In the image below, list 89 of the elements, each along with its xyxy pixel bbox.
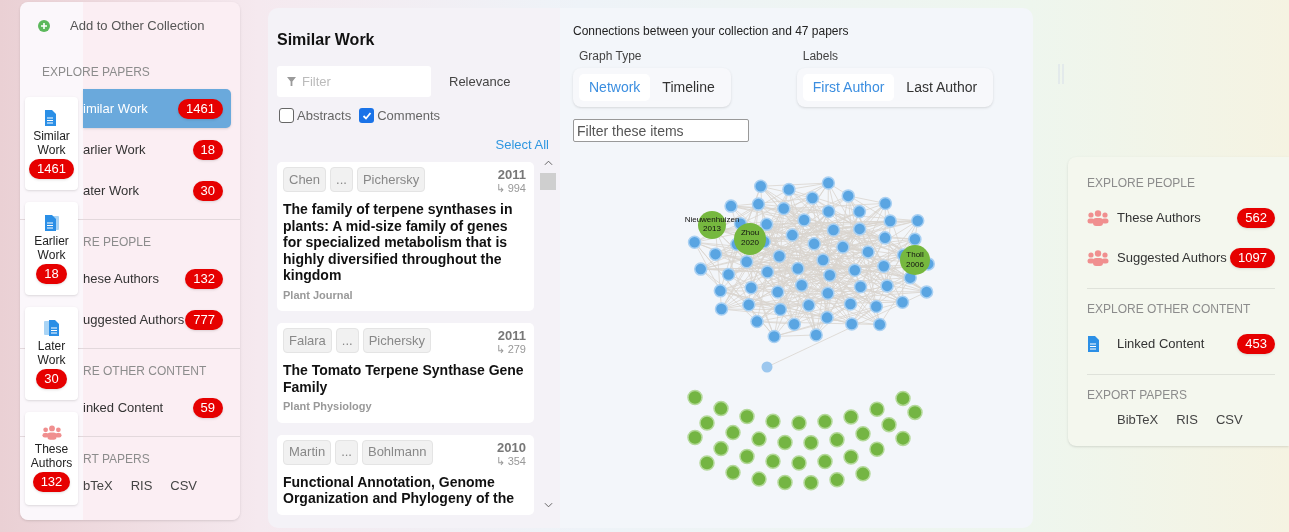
paper-title[interactable]: The Tomato Terpene Synthase Gene Family bbox=[283, 362, 528, 395]
journal-name: Plant Journal bbox=[283, 287, 354, 303]
scrollbar[interactable] bbox=[540, 158, 556, 508]
group-label: Graph Type bbox=[578, 48, 643, 65]
section-heading: RT PAPERS bbox=[83, 452, 150, 466]
chevron-down-icon bbox=[543, 502, 553, 508]
checkbox[interactable] bbox=[359, 108, 375, 124]
count-badge: 562 bbox=[1237, 208, 1275, 228]
count-badge: 777 bbox=[185, 309, 223, 330]
quick-access-card[interactable]: Later Work 30 bbox=[25, 307, 78, 400]
citation-count: ↳ 279 bbox=[495, 343, 526, 356]
toggle-option[interactable]: First Author bbox=[802, 74, 895, 101]
year-label: 2011 bbox=[497, 167, 526, 182]
count-badge: 1097 bbox=[1230, 248, 1275, 268]
count-badge: 132 bbox=[32, 472, 71, 492]
sidebar-item[interactable]: hese Authors 132 bbox=[83, 259, 231, 298]
year-label: 2011 bbox=[497, 328, 526, 343]
count-badge: 18 bbox=[192, 139, 223, 160]
explore-item[interactable]: These Authors 562 bbox=[1087, 198, 1275, 238]
count-badge: 30 bbox=[36, 368, 67, 389]
people-icon bbox=[41, 425, 62, 440]
explore-item[interactable]: Linked Content 453 bbox=[1087, 324, 1275, 364]
export-link[interactable]: RIS bbox=[1176, 410, 1198, 430]
count-badge: 132 bbox=[185, 268, 223, 289]
node-year: 2013 bbox=[703, 224, 721, 233]
count-badge: 453 bbox=[1237, 334, 1275, 354]
export-link[interactable]: RIS bbox=[130, 476, 153, 496]
sidebar-item[interactable]: uggested Authors 777 bbox=[83, 300, 231, 339]
collection-nodes[interactable] bbox=[687, 389, 923, 491]
count-badge: 18 bbox=[36, 263, 67, 284]
checkbox-label: Abstracts bbox=[297, 107, 352, 125]
node-year: 2020 bbox=[741, 238, 759, 247]
checkbox-label: Comments bbox=[377, 107, 441, 125]
document-icon bbox=[43, 213, 60, 232]
quick-access-card[interactable]: These Authors 132 bbox=[25, 412, 78, 505]
check-icon bbox=[361, 110, 372, 121]
sort-dropdown[interactable]: Relevance bbox=[449, 71, 511, 92]
quick-access-card[interactable]: Earlier Work 18 bbox=[25, 202, 78, 295]
paper-card[interactable]: Falara ... Pichersky 2011 ↳ 279 The Tomato Terpene Synthase Gene Family Plant Physiology bbox=[277, 323, 534, 423]
quick-access-card[interactable]: Similar Work 1461 bbox=[25, 97, 78, 190]
scrollbar-thumb[interactable] bbox=[540, 173, 556, 190]
graph-node[interactable] bbox=[734, 223, 766, 255]
journal-name: Plant Physiology bbox=[283, 399, 373, 414]
add-to-collection-button[interactable]: Add to Other Collection bbox=[58, 16, 205, 36]
export-link[interactable]: CSV bbox=[1215, 410, 1243, 430]
export-link[interactable]: bTeX bbox=[83, 476, 113, 496]
graph-node[interactable] bbox=[900, 245, 930, 275]
toggle-option[interactable]: Timeline bbox=[652, 74, 725, 101]
export-link[interactable]: BibTeX bbox=[1117, 410, 1159, 430]
count-badge: 59 bbox=[192, 397, 223, 418]
group-label: Labels bbox=[801, 48, 840, 65]
year-label: 2010 bbox=[497, 439, 526, 455]
section-heading: RE OTHER CONTENT bbox=[83, 364, 207, 378]
filter-icon bbox=[287, 77, 296, 86]
sidebar-item[interactable]: arlier Work 18 bbox=[83, 130, 231, 169]
graph-caption: Connections between your collection and 47 papers bbox=[573, 23, 850, 40]
sidebar-item[interactable]: ater Work 30 bbox=[83, 171, 231, 210]
toggle-option[interactable]: Last Author bbox=[896, 74, 988, 101]
paper-card[interactable]: Martin ... Bohlmann 2010 ↳ 354 Functional Annotation, Genome Organization and Phylogeny of the bbox=[277, 434, 534, 515]
section-heading: EXPLORE PAPERS bbox=[42, 65, 150, 79]
people-icon bbox=[1087, 210, 1109, 226]
node-label: Tholl bbox=[906, 250, 924, 259]
panel-title: Similar Work bbox=[277, 30, 376, 50]
explore-item[interactable]: Suggested Authors 1097 bbox=[1087, 238, 1275, 278]
sidebar-item[interactable]: imilar Work 1461 bbox=[83, 89, 231, 128]
filter-items-field[interactable]: Filter these items bbox=[573, 119, 749, 142]
add-icon bbox=[38, 20, 50, 32]
checkbox[interactable] bbox=[279, 108, 294, 124]
citation-count: ↳ 354 bbox=[495, 454, 526, 468]
count-badge: 30 bbox=[192, 180, 223, 201]
paper-title[interactable]: The family of terpene synthases in plants: A mid-size family of genes for specialized metabolism that is highly diversified throughout the kingdom bbox=[283, 201, 528, 284]
document-icon bbox=[43, 318, 60, 337]
node-label: Zhou bbox=[740, 228, 760, 237]
section-heading: EXPLORE PEOPLE bbox=[1087, 175, 1197, 192]
section-heading: EXPLORE OTHER CONTENT bbox=[1087, 301, 1252, 318]
people-icon bbox=[1087, 250, 1109, 266]
paper-card[interactable]: Chen ... Pichersky 2011 ↳ 994 The family of terpene synthases in plants: A mid-size family of genes for specialized metabolism that is highly diversified throughout the kingdom Plant Journal bbox=[277, 162, 534, 311]
section-heading: RE PEOPLE bbox=[83, 235, 152, 249]
chevron-up-icon bbox=[543, 160, 553, 166]
toggle-option[interactable]: Network bbox=[579, 74, 651, 101]
filter-field[interactable]: Filter bbox=[277, 66, 431, 97]
count-badge: 1461 bbox=[29, 158, 74, 179]
count-badge: 1461 bbox=[178, 98, 223, 119]
sidebar-item[interactable]: inked Content 59 bbox=[83, 388, 231, 427]
paper-title[interactable]: Functional Annotation, Genome Organization and Phylogeny of the bbox=[283, 473, 528, 507]
citation-count: ↳ 994 bbox=[495, 182, 526, 195]
section-heading: EXPORT PAPERS bbox=[1087, 387, 1189, 404]
export-link[interactable]: CSV bbox=[170, 476, 198, 496]
node-year: 2006 bbox=[906, 260, 924, 269]
